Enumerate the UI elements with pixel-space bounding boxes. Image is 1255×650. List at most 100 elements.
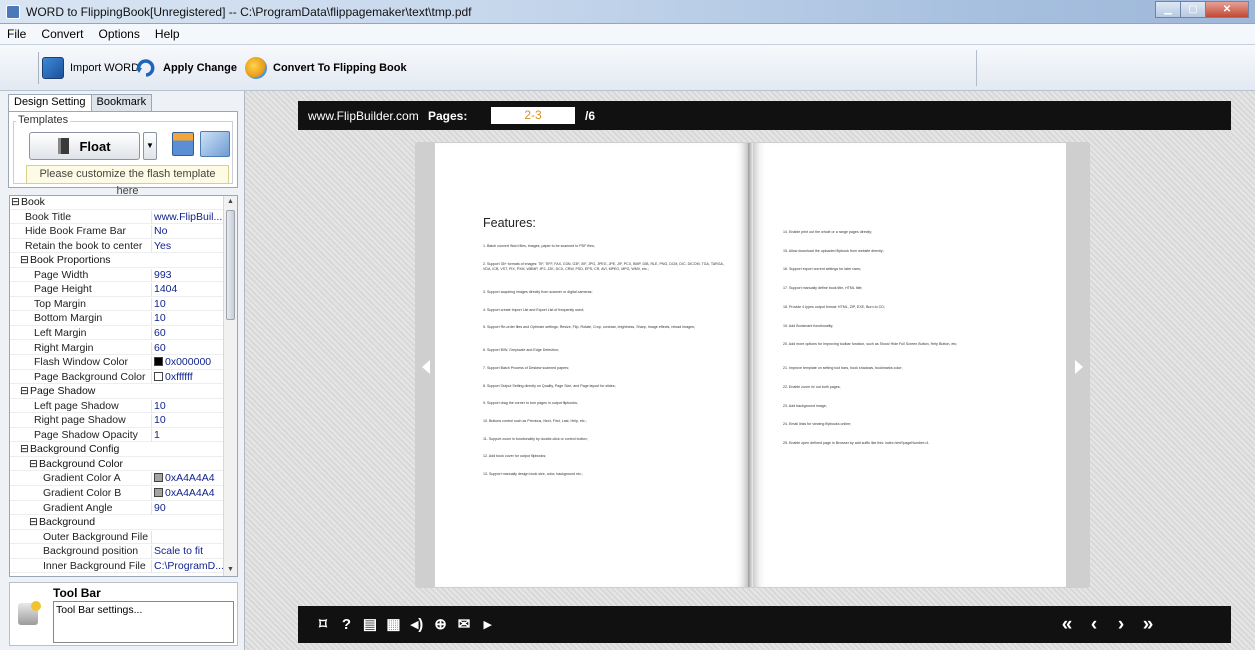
property-value[interactable]: 0xffffff (151, 370, 224, 385)
menu-convert[interactable]: Convert (35, 24, 89, 41)
property-category[interactable]: ⊟ Book Proportions (10, 254, 224, 268)
feature-item: 10. Buttons control such as Previous, Ne… (483, 418, 587, 423)
property-row[interactable]: Page Width 993 (10, 268, 224, 283)
property-value[interactable]: 10 (151, 297, 224, 312)
collapse-icon[interactable]: ⊟ (29, 516, 38, 530)
collapse-icon[interactable]: ⊟ (20, 385, 29, 399)
property-category[interactable]: ⊟ Background Config (10, 443, 224, 457)
zoom-in-icon[interactable]: ⊕ (431, 616, 451, 633)
property-row[interactable]: Top Margin 10 (10, 297, 224, 312)
property-category[interactable]: ⊟ Background (10, 516, 224, 530)
tab-design-setting[interactable]: Design Setting (8, 94, 92, 112)
collapse-icon[interactable]: ⊟ (11, 196, 20, 210)
tab-bookmark[interactable]: Bookmark (90, 94, 153, 111)
property-value[interactable]: 60 (151, 326, 224, 341)
apply-change-button[interactable]: Apply Change (135, 54, 237, 82)
property-row[interactable]: Inner Background File C:\ProgramD... (10, 559, 224, 574)
property-row[interactable]: Left page Shadow 10 (10, 399, 224, 414)
property-value[interactable]: No (151, 225, 224, 239)
property-value[interactable]: 1 (151, 428, 224, 443)
property-value[interactable]: 0xA4A4A4 (151, 472, 224, 486)
property-row[interactable]: Page Background Color 0xffffff (10, 370, 224, 385)
convert-button[interactable]: Convert To Flipping Book (245, 54, 407, 82)
property-row[interactable]: Right Margin 60 (10, 341, 224, 355)
customize-template-link[interactable]: Please customize the flash template here (26, 165, 229, 197)
property-value[interactable]: C:\ProgramD... (151, 559, 224, 574)
previous-page-icon[interactable]: ‹ (1084, 615, 1104, 634)
property-value[interactable]: 1404 (151, 283, 224, 297)
previous-page-arrow-icon[interactable] (422, 360, 430, 374)
property-row[interactable]: Retain the book to center Yes (10, 239, 224, 254)
template-dropdown-arrow[interactable]: ▼ (143, 132, 157, 160)
property-category[interactable]: ⊟ Page Shadow (10, 385, 224, 399)
property-category-label: Background Color (39, 457, 124, 470)
first-page-icon[interactable]: « (1057, 615, 1077, 634)
tool-bar-icon (18, 601, 41, 625)
property-value[interactable]: 10 (151, 399, 224, 414)
maximize-button[interactable]: ▢ (1180, 1, 1206, 18)
property-value[interactable]: 0xA4A4A4 (151, 487, 224, 501)
property-row[interactable]: Bottom Margin 10 (10, 312, 224, 326)
collapse-icon[interactable]: ⊟ (20, 443, 29, 457)
property-value[interactable]: 0x000000 (151, 356, 224, 370)
property-row[interactable]: Flash Window Color 0x000000 (10, 356, 224, 370)
property-value[interactable]: Yes (151, 239, 224, 254)
import-word-button[interactable]: Import WORD (42, 54, 139, 82)
feature-item: 23. Add background image; (783, 403, 827, 408)
save-template-icon[interactable] (172, 132, 194, 156)
scroll-thumb[interactable] (226, 210, 235, 320)
features-heading: Features: (483, 216, 536, 230)
close-button[interactable]: ✕ (1205, 1, 1249, 18)
property-value[interactable]: 60 (151, 341, 224, 355)
next-page-arrow-icon[interactable] (1075, 360, 1083, 374)
property-row[interactable]: Gradient Color A 0xA4A4A4 (10, 472, 224, 486)
next-page-icon[interactable]: › (1111, 615, 1131, 634)
thumbnails-icon[interactable]: ▦ (384, 616, 404, 633)
property-row[interactable]: Right page Shadow 10 (10, 414, 224, 428)
property-row[interactable]: Book Title www.FlipBuil... (10, 210, 224, 225)
menu-file[interactable]: File (0, 24, 32, 41)
property-row[interactable]: Page Shadow Opacity 1 (10, 428, 224, 443)
print-icon[interactable]: ▤ (360, 616, 380, 633)
property-value[interactable]: 90 (151, 501, 224, 516)
collapse-icon[interactable]: ⊟ (20, 254, 29, 268)
color-swatch (154, 488, 163, 497)
property-value[interactable]: www.FlipBuil... (151, 210, 224, 225)
property-row[interactable]: Background position Scale to fit (10, 545, 224, 559)
sound-icon[interactable]: ◂) (407, 616, 427, 633)
property-row[interactable]: Hide Book Frame Bar No (10, 225, 224, 239)
scroll-down-icon[interactable]: ▼ (225, 564, 236, 576)
property-row[interactable]: Page Height 1404 (10, 283, 224, 297)
template-image-icon[interactable] (200, 131, 230, 157)
left-page[interactable]: Features: 1. Batch convert Word files, i… (435, 143, 748, 587)
property-category[interactable]: ⊟ Background Color (10, 458, 224, 472)
property-grid-scrollbar[interactable]: ▲ ▼ (223, 196, 237, 576)
property-row[interactable]: Left Margin 60 (10, 326, 224, 341)
minimize-button[interactable]: ▁ (1155, 1, 1181, 18)
property-row[interactable]: Gradient Color B 0xA4A4A4 (10, 487, 224, 501)
help-icon[interactable]: ? (337, 616, 357, 633)
property-value[interactable] (151, 530, 224, 545)
menu-bar: File Convert Options Help (0, 24, 1255, 45)
collapse-icon[interactable]: ⊟ (29, 458, 38, 472)
property-category-label: Page Shadow (30, 385, 96, 398)
site-link[interactable]: www.FlipBuilder.com (308, 109, 419, 123)
property-name: Gradient Color B (43, 487, 122, 499)
property-category[interactable]: ⊟ Book (10, 196, 224, 210)
menu-options[interactable]: Options (93, 24, 146, 41)
property-value[interactable]: 10 (151, 414, 224, 428)
template-select-button[interactable]: Float (29, 132, 140, 160)
property-value[interactable]: Scale to fit (151, 545, 224, 559)
page-number-input[interactable]: 2-3 (491, 107, 575, 124)
property-value[interactable]: 993 (151, 268, 224, 283)
right-page[interactable]: 14. Enable print out the whole or a rang… (753, 143, 1066, 587)
property-value[interactable]: 10 (151, 312, 224, 326)
property-row[interactable]: Gradient Angle 90 (10, 501, 224, 516)
fullscreen-icon[interactable]: ⌑ (313, 616, 333, 633)
scroll-up-icon[interactable]: ▲ (225, 196, 236, 208)
last-page-icon[interactable]: » (1138, 615, 1158, 634)
autoplay-icon[interactable]: ▸ (478, 616, 498, 633)
property-row[interactable]: Outer Background File (10, 530, 224, 545)
menu-help[interactable]: Help (149, 24, 186, 41)
email-icon[interactable]: ✉ (454, 616, 474, 633)
